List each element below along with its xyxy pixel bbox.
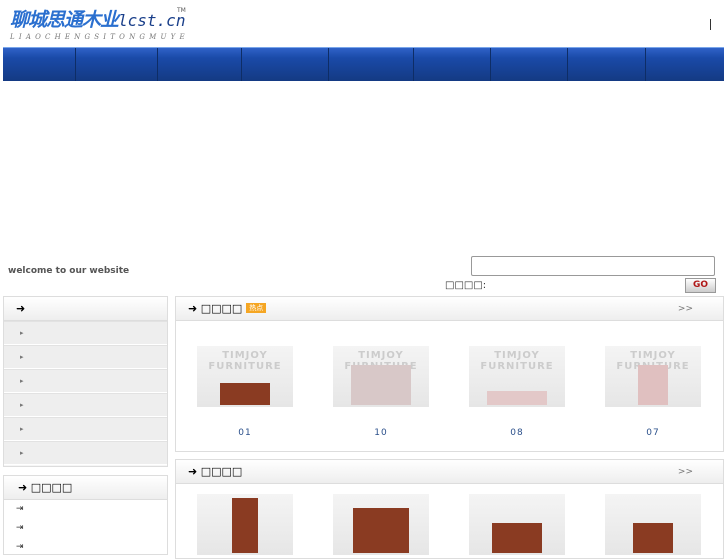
product-card[interactable]: TIMJOY FURNITURE 01 bbox=[197, 346, 293, 438]
product-card[interactable]: TIMJOY FURNITURE 10 bbox=[333, 346, 429, 438]
arrow-icon: ➜ bbox=[16, 302, 26, 315]
logo-name: 聊城思通木业 bbox=[10, 9, 119, 31]
enter-icon: ⇥ bbox=[16, 523, 24, 533]
product-label[interactable]: 08 bbox=[469, 428, 565, 438]
sidebar-link[interactable]: ⇥ bbox=[4, 500, 167, 519]
panel-title: □□□□ bbox=[200, 302, 243, 315]
sidebar-categories: ➜ ▸ ▸ ▸ ▸ ▸ ▸ bbox=[3, 296, 168, 467]
triangle-icon: ▸ bbox=[20, 377, 24, 385]
brand-watermark: TIMJOY FURNITURE bbox=[208, 350, 282, 372]
products-panel-2: ➜ □□□□ >> bbox=[175, 459, 724, 559]
product-image[interactable]: TIMJOY FURNITURE bbox=[469, 346, 565, 407]
product-card[interactable]: TIMJOY FURNITURE 08 bbox=[469, 346, 565, 438]
nav-item[interactable] bbox=[646, 48, 724, 81]
product-label[interactable]: 07 bbox=[605, 428, 701, 438]
nav-item[interactable] bbox=[568, 48, 646, 81]
sidebar-box2-title: □□□□ bbox=[30, 481, 73, 494]
sidebar-box2-header: ➜ □□□□ bbox=[4, 476, 167, 500]
sidebar-item[interactable]: ▸ bbox=[4, 393, 167, 417]
triangle-icon: ▸ bbox=[20, 401, 24, 409]
header-divider bbox=[710, 19, 711, 30]
product-card[interactable] bbox=[469, 494, 565, 555]
sidebar-item[interactable]: ▸ bbox=[4, 345, 167, 369]
arrow-icon: ➜ bbox=[188, 302, 198, 315]
arrow-icon: ➜ bbox=[188, 465, 198, 478]
product-card[interactable] bbox=[605, 494, 701, 555]
triangle-icon: ▸ bbox=[20, 425, 24, 433]
featured-products-panel: ➜ □□□□热点 >> TIMJOY FURNITURE 01 TIMJOY FUR… bbox=[175, 296, 724, 452]
nav-item[interactable] bbox=[158, 48, 242, 81]
panel-header: ➜ □□□□ 热点 >> bbox=[176, 297, 723, 321]
product-card[interactable]: TIMJOY FURNITURE 07 bbox=[605, 346, 701, 438]
furniture-shape bbox=[220, 383, 270, 405]
triangle-icon: ▸ bbox=[20, 353, 24, 361]
more-link[interactable]: >> bbox=[678, 297, 693, 321]
main-nav bbox=[3, 47, 724, 81]
nav-item[interactable] bbox=[329, 48, 414, 81]
product-card[interactable] bbox=[197, 494, 293, 555]
sidebar-item[interactable]: ▸ bbox=[4, 321, 167, 345]
hot-badge: 热点 bbox=[246, 303, 267, 313]
sidebar-link[interactable]: ⇥ bbox=[4, 538, 167, 557]
triangle-icon: ▸ bbox=[20, 449, 24, 457]
furniture-shape bbox=[633, 523, 673, 553]
brand-watermark: TIMJOY FURNITURE bbox=[480, 350, 554, 372]
site-logo[interactable]: 聊城思通木业lcst.cn TM LIAOCHENGSITONGMUYE bbox=[10, 5, 190, 47]
enter-icon: ⇥ bbox=[16, 504, 24, 514]
welcome-text: welcome to our website bbox=[8, 266, 130, 276]
more-link[interactable]: >> bbox=[678, 460, 693, 484]
sidebar-item[interactable]: ▸ bbox=[4, 417, 167, 441]
panel-title: □□□□ bbox=[200, 465, 243, 478]
product-image[interactable]: TIMJOY FURNITURE bbox=[333, 346, 429, 407]
product-image[interactable] bbox=[469, 494, 565, 555]
product-card[interactable] bbox=[333, 494, 429, 555]
logo-tm: TM bbox=[177, 7, 186, 14]
nav-item[interactable] bbox=[76, 48, 158, 81]
sidebar-header: ➜ bbox=[4, 297, 167, 321]
nav-item[interactable] bbox=[242, 48, 329, 81]
nav-item[interactable] bbox=[491, 48, 568, 81]
product-image[interactable] bbox=[605, 494, 701, 555]
sidebar-box2: ➜ □□□□ ⇥ ⇥ ⇥ bbox=[3, 475, 168, 555]
search-input[interactable] bbox=[471, 256, 715, 276]
sidebar-item[interactable]: ▸ bbox=[4, 369, 167, 393]
product-image[interactable] bbox=[333, 494, 429, 555]
go-button[interactable]: GO bbox=[685, 278, 716, 293]
furniture-shape bbox=[492, 523, 542, 553]
panel-header: ➜ □□□□ >> bbox=[176, 460, 723, 484]
furniture-shape bbox=[487, 391, 547, 405]
sidebar-link[interactable]: ⇥ bbox=[4, 519, 167, 538]
arrow-icon: ➜ bbox=[18, 481, 28, 494]
enter-icon: ⇥ bbox=[16, 542, 24, 552]
furniture-shape bbox=[351, 365, 411, 405]
furniture-shape bbox=[638, 365, 668, 405]
product-label[interactable]: 01 bbox=[197, 428, 293, 438]
search-label: □□□□: bbox=[445, 280, 487, 291]
triangle-icon: ▸ bbox=[20, 329, 24, 337]
sidebar-item[interactable]: ▸ bbox=[4, 441, 167, 465]
nav-item[interactable] bbox=[3, 48, 76, 81]
logo-domain: lcst.cn bbox=[118, 11, 186, 30]
product-image[interactable]: TIMJOY FURNITURE bbox=[605, 346, 701, 407]
product-image[interactable] bbox=[197, 494, 293, 555]
logo-pinyin: LIAOCHENGSITONGMUYE bbox=[10, 33, 189, 41]
nav-item[interactable] bbox=[414, 48, 491, 81]
product-image[interactable]: TIMJOY FURNITURE bbox=[197, 346, 293, 407]
product-label[interactable]: 10 bbox=[333, 428, 429, 438]
furniture-shape bbox=[353, 508, 409, 553]
